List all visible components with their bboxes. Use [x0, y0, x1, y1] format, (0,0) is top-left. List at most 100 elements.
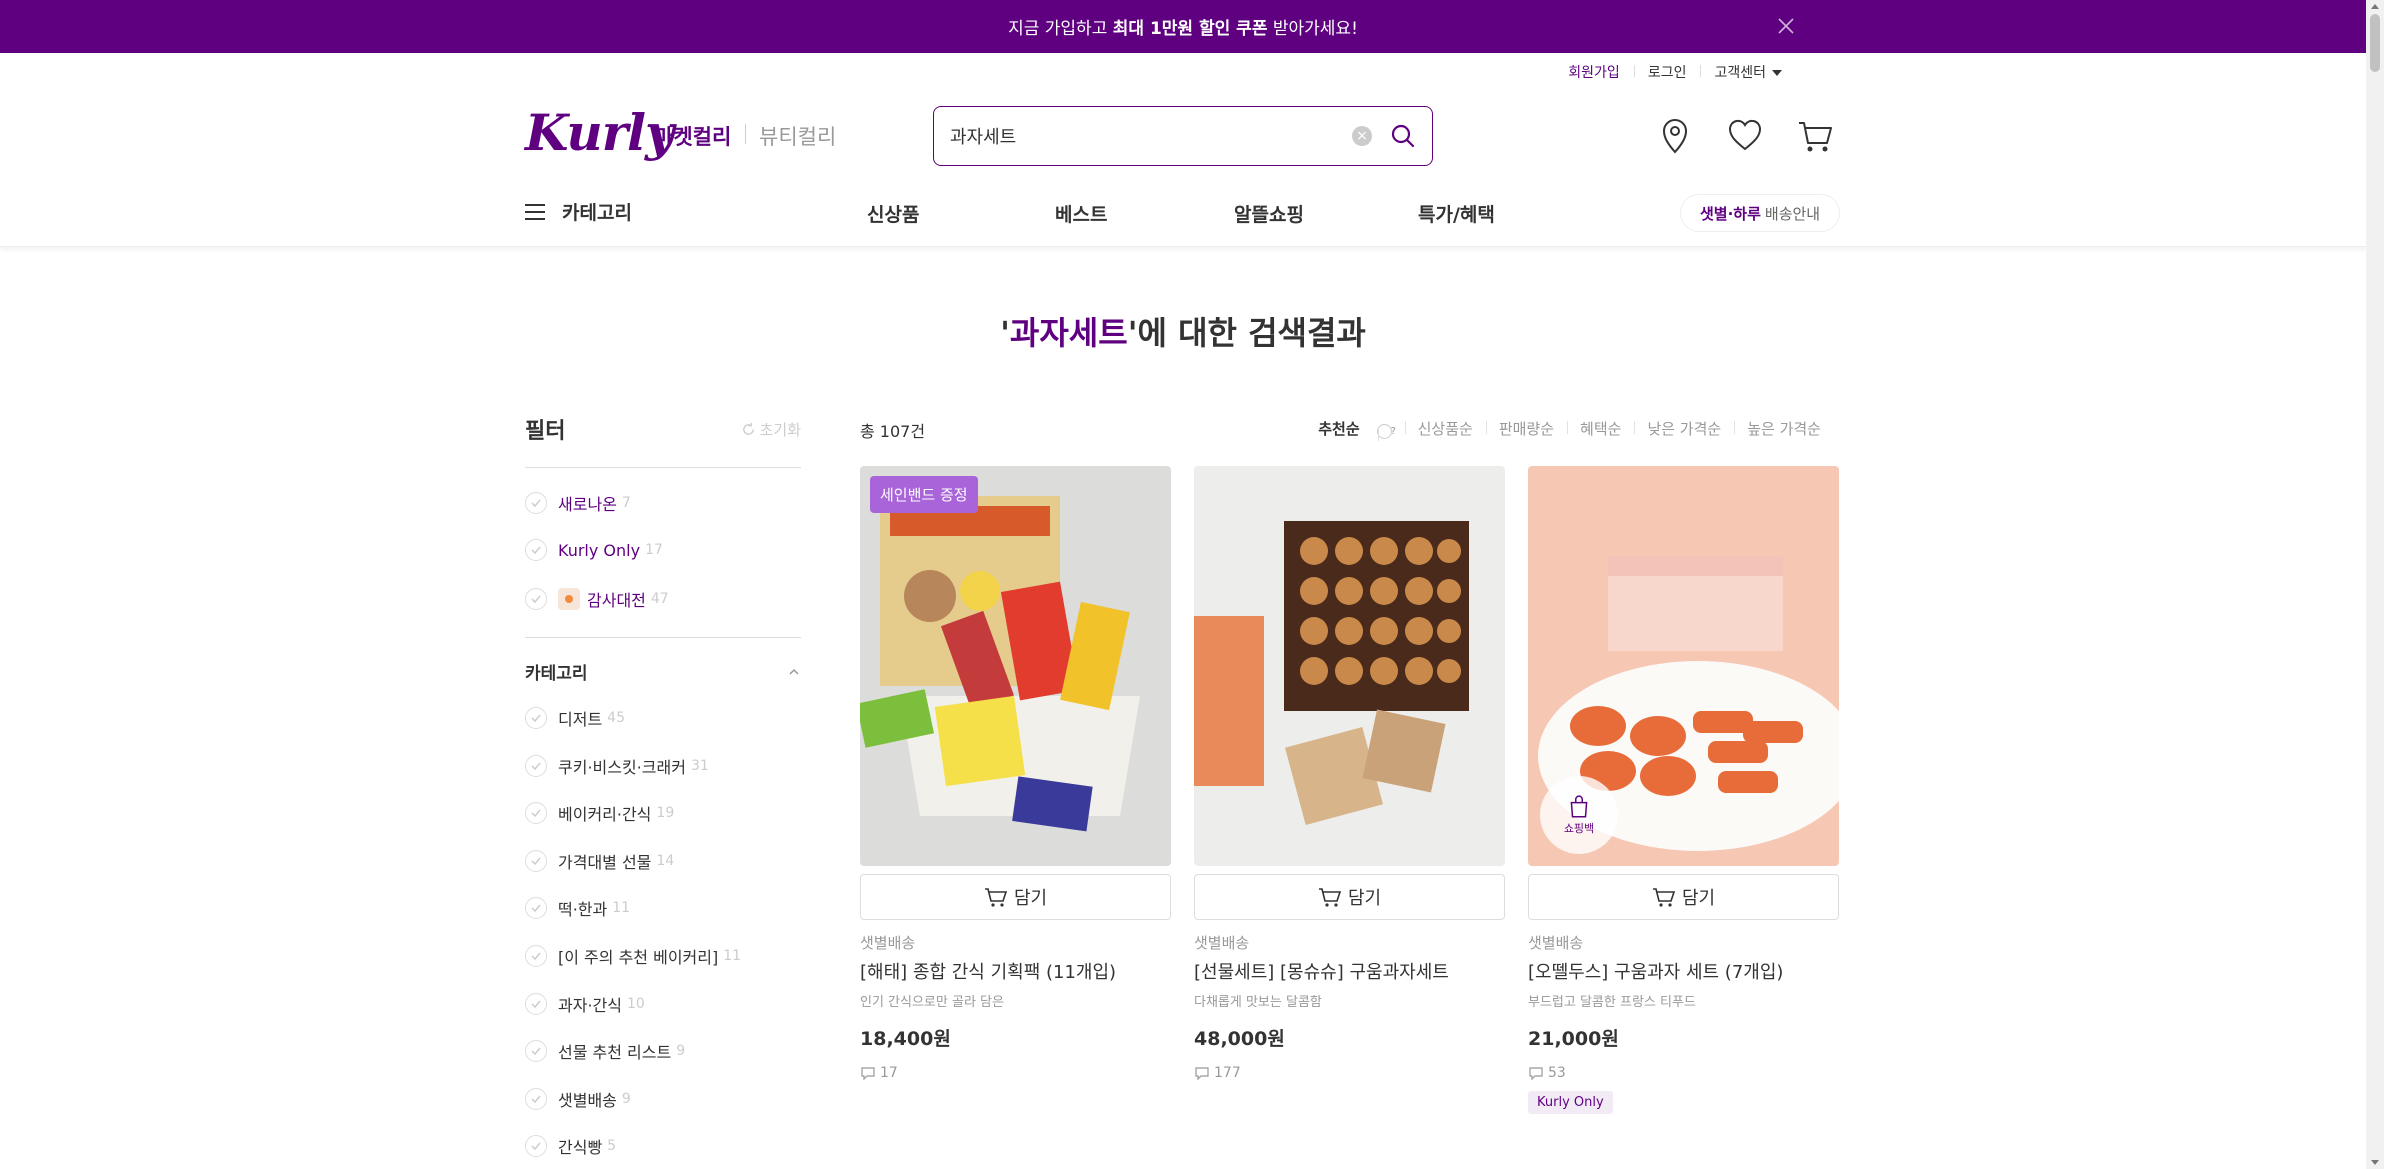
scroll-up-icon[interactable]	[2371, 4, 2379, 9]
nav-best[interactable]: 베스트	[1055, 200, 1107, 227]
sort-price-low[interactable]: 낮은 가격순	[1634, 418, 1734, 439]
check-icon	[525, 1040, 547, 1063]
product-card[interactable]: 담기 샛별배송 [선물세트] [몽슈슈] 구움과자세트 다채롭게 맛보는 달콤함…	[1194, 466, 1505, 1081]
product-image[interactable]: 세인밴드 증정	[860, 466, 1171, 866]
nav-new[interactable]: 신상품	[867, 200, 919, 227]
chevron-up-icon	[789, 668, 799, 675]
promo-banner[interactable]: 지금 가입하고 최대 1만원 할인 쿠폰 받아가세요!	[0, 0, 2366, 53]
search-input[interactable]	[950, 125, 1352, 147]
check-icon	[525, 1135, 547, 1158]
tab-beauty-kurly[interactable]: 뷰티컬리	[759, 121, 836, 151]
signup-link[interactable]: 회원가입	[1554, 62, 1634, 82]
close-icon[interactable]	[1774, 14, 1798, 38]
delivery-type: 샛별배송	[1528, 934, 1584, 952]
category-filter-label: 떡·한과	[558, 900, 608, 920]
clear-icon[interactable]: ×	[1352, 126, 1372, 146]
comment-icon	[861, 1067, 875, 1081]
sort-price-high[interactable]: 높은 가격순	[1734, 418, 1821, 439]
product-price: 18,400원	[860, 1028, 951, 1051]
page: 지금 가입하고 최대 1만원 할인 쿠폰 받아가세요! 회원가입 로그인 고객센…	[0, 0, 2366, 1169]
category-filter-item[interactable]: 디저트 45	[525, 706, 625, 730]
category-filter-item[interactable]: 간식빵 5	[525, 1134, 616, 1158]
category-filter-item[interactable]: 베이커리·간식 19	[525, 801, 674, 825]
category-filter-item[interactable]: 샛별배송 9	[525, 1087, 631, 1111]
scrollbar[interactable]	[2366, 0, 2384, 1169]
hamburger-icon	[525, 203, 545, 220]
check-icon	[525, 802, 547, 825]
check-icon	[525, 897, 547, 920]
sort-benefit[interactable]: 혜택순	[1567, 418, 1634, 439]
cart-icon[interactable]	[1797, 117, 1833, 155]
product-image[interactable]: 쇼핑백	[1528, 466, 1839, 866]
check-icon	[525, 754, 547, 777]
location-pin-icon[interactable]	[1657, 117, 1693, 155]
filter-divider	[525, 637, 801, 638]
scrollbar-thumb[interactable]	[2370, 14, 2380, 72]
filter-new[interactable]: 새로나온 7	[525, 491, 631, 515]
cart-icon	[1318, 888, 1342, 907]
category-filter-count: 19	[656, 805, 675, 822]
product-name[interactable]: [선물세트] [몽슈슈] 구움과자세트	[1194, 960, 1505, 985]
product-description: 다채롭게 맛보는 달콤함	[1194, 995, 1322, 1011]
product-description: 인기 간식으로만 골라 담은	[860, 995, 1004, 1011]
banner-text: 지금 가입하고 최대 1만원 할인 쿠폰 받아가세요!	[1008, 19, 1358, 39]
delivery-info-button[interactable]: 샛별·하루 배송안내	[1680, 194, 1841, 232]
util-links: 회원가입 로그인 고객센터	[1554, 62, 1796, 82]
category-filter-item[interactable]: 쿠키·비스킷·크래커 31	[525, 754, 709, 778]
search-icon[interactable]	[1390, 123, 1416, 149]
review-count: 53	[1528, 1065, 1839, 1081]
product-description: 부드럽고 달콤한 프랑스 티푸드	[1528, 995, 1696, 1011]
add-to-cart-button[interactable]: 담기	[860, 874, 1171, 920]
sort-sales[interactable]: 판매량순	[1485, 418, 1567, 439]
check-icon	[525, 492, 547, 514]
sort-recommended[interactable]: 추천순?	[1292, 418, 1404, 441]
category-filter-label: 가격대별 선물	[558, 852, 652, 872]
category-filter-item[interactable]: 과자·간식 10	[525, 992, 645, 1016]
refresh-icon	[742, 422, 754, 435]
category-filter-item[interactable]: [이 주의 추천 베이커리] 11	[525, 944, 741, 968]
scroll-down-icon[interactable]	[2371, 1160, 2379, 1165]
check-icon	[525, 1087, 547, 1110]
nav-bargain[interactable]: 알뜰쇼핑	[1234, 200, 1304, 227]
category-filter-header[interactable]: 카테고리	[525, 659, 801, 684]
sort-options: 추천순? 신상품순 판매량순 혜택순 낮은 가격순 높은 가격순	[1292, 418, 1821, 441]
filter-kurly-only[interactable]: Kurly Only 17	[525, 539, 663, 561]
category-filter-item[interactable]: 가격대별 선물 14	[525, 849, 674, 873]
category-menu-button[interactable]: 카테고리	[525, 198, 632, 225]
product-price: 48,000원	[1194, 1028, 1285, 1051]
login-link[interactable]: 로그인	[1633, 62, 1701, 82]
heart-icon[interactable]	[1727, 117, 1763, 155]
category-filter-label: 쿠키·비스킷·크래커	[558, 757, 686, 777]
check-icon	[525, 849, 547, 872]
tab-market-kurly[interactable]: 마켓컬리	[654, 121, 731, 151]
category-filter-label: 간식빵	[558, 1138, 603, 1158]
product-card[interactable]: 세인밴드 증정 담기 샛별배송 [해태] 종합 간식 기획팩 (11개입) 인기…	[860, 466, 1171, 1081]
category-filter-label: 베이커리·간식	[558, 805, 652, 825]
product-image[interactable]	[1194, 466, 1505, 866]
add-to-cart-button[interactable]: 담기	[1194, 874, 1505, 920]
customer-center-link[interactable]: 고객센터	[1700, 62, 1796, 82]
category-filter-label: 선물 추천 리스트	[558, 1043, 672, 1063]
delivery-type: 샛별배송	[860, 934, 916, 952]
nav-special[interactable]: 특가/혜택	[1418, 200, 1495, 227]
category-filter-count: 31	[690, 757, 709, 774]
cart-icon	[984, 888, 1008, 907]
filter-reset-button[interactable]: 초기화	[741, 419, 801, 440]
category-filter-count: 10	[626, 995, 645, 1012]
kurly-logo[interactable]: Kurly	[525, 103, 674, 162]
product-name[interactable]: [오뗄두스] 구움과자 세트 (7개입)	[1528, 960, 1839, 985]
sort-newest[interactable]: 신상품순	[1404, 418, 1486, 439]
category-filter-count: 5	[607, 1138, 617, 1155]
category-filter-count: 11	[723, 948, 742, 964]
category-filter-item[interactable]: 선물 추천 리스트 9	[525, 1039, 685, 1063]
product-card[interactable]: 쇼핑백 담기 샛별배송 [오뗄두스] 구움과자 세트 (7개입) 부드럽고 달콤…	[1528, 466, 1839, 1115]
filter-thanks-sale[interactable]: 감사대전 47	[525, 587, 669, 611]
category-filter-item[interactable]: 떡·한과 11	[525, 896, 630, 920]
help-icon[interactable]: ?	[1376, 424, 1396, 441]
product-name[interactable]: [해태] 종합 간식 기획팩 (11개입)	[860, 960, 1171, 985]
total-count: 총 107건	[860, 422, 926, 441]
add-to-cart-button[interactable]: 담기	[1528, 874, 1839, 920]
category-filter-count: 14	[656, 852, 675, 869]
category-filter-count: 45	[607, 710, 625, 726]
category-filter-label: 샛별배송	[558, 1090, 617, 1110]
